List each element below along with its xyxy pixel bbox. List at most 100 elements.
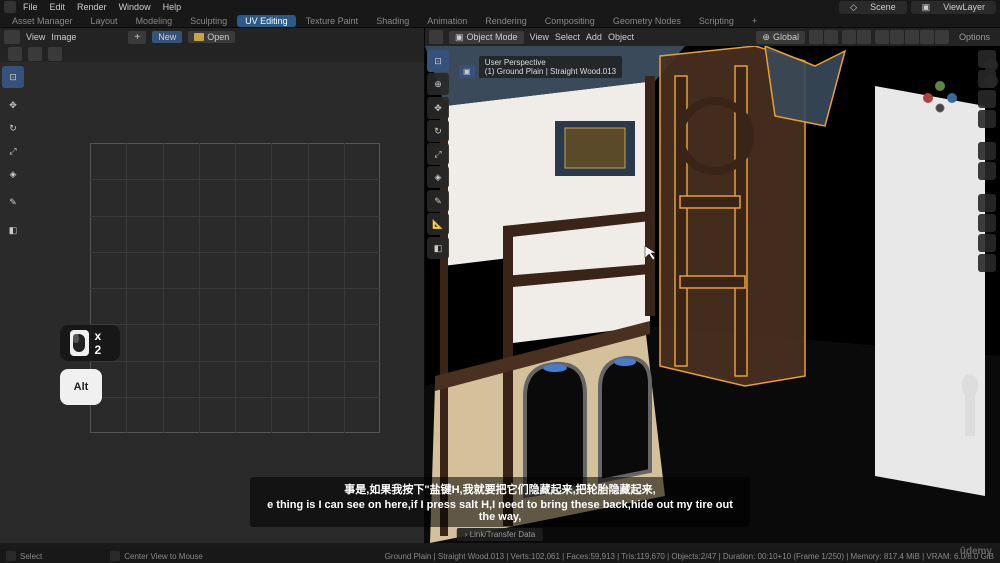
view-tab-icon[interactable]: [978, 90, 996, 108]
open-image-button[interactable]: Open: [188, 31, 235, 43]
measure-tool-icon[interactable]: 📐: [427, 213, 449, 235]
vp-menu-view[interactable]: View: [530, 32, 549, 42]
subtitle-line-1: 事是,如果我按下"盐键H,我就要把它们隐藏起来,把轮胎隐藏起来,: [262, 481, 738, 497]
folder-icon: [194, 33, 204, 41]
cursor-tool-icon[interactable]: ⊕: [427, 73, 449, 95]
tab-texture-paint[interactable]: Texture Paint: [298, 15, 367, 27]
gizmo-toggle-icon[interactable]: [842, 30, 856, 44]
orientation-selector[interactable]: ⊕ Global: [756, 31, 805, 44]
transform-tool-icon[interactable]: ◈: [427, 166, 449, 188]
operator-hint: › Link/Transfer Data: [457, 528, 543, 541]
new-image-plus-icon[interactable]: [128, 31, 146, 44]
tab-geometry-nodes[interactable]: Geometry Nodes: [605, 15, 689, 27]
rotate-tool-icon[interactable]: ↻: [2, 117, 24, 139]
workspace-tabs: Asset Manager Layout Modeling Sculpting …: [0, 14, 1000, 28]
ortho-nav-icon[interactable]: [978, 254, 996, 272]
uv-pivot-icon[interactable]: [48, 47, 62, 61]
move-tool-icon[interactable]: ✥: [2, 94, 24, 116]
mouse-left-icon: [6, 551, 16, 561]
scene-icon: ◇: [845, 2, 862, 13]
menu-file[interactable]: File: [18, 2, 43, 12]
shading-material-icon[interactable]: [920, 30, 934, 44]
tab-animation[interactable]: Animation: [419, 15, 475, 27]
viewport-info-overlay: ▣ User Perspective (1) Ground Plain | St…: [459, 56, 622, 78]
alt-key-hint: Alt: [60, 369, 102, 405]
uv-secondary-header: [0, 46, 424, 62]
subtitle-line-2: e thing is I can see on here,if I press …: [262, 499, 738, 523]
menu-help[interactable]: Help: [158, 2, 187, 12]
mouse-middle-icon: [110, 551, 120, 561]
item-tab-icon[interactable]: [978, 50, 996, 68]
menu-window[interactable]: Window: [114, 2, 156, 12]
uv-toolbar: ⊡ ✥ ↻ ⤢ ◈ ✎ ◧: [0, 64, 26, 243]
shading-solid-icon[interactable]: [905, 30, 919, 44]
scale-tool-icon[interactable]: ⤢: [427, 143, 449, 165]
tab-compositing[interactable]: Compositing: [537, 15, 603, 27]
viewport-right-tabs: [978, 50, 998, 272]
editor-type-dropdown[interactable]: [4, 30, 20, 44]
camera-nav-icon[interactable]: [978, 234, 996, 252]
tab-sculpting[interactable]: Sculpting: [182, 15, 235, 27]
select-box-tool-icon[interactable]: ⊡: [427, 50, 449, 72]
3d-viewport[interactable]: ▣ Object Mode View Select Add Object ⊕ G…: [425, 28, 1000, 543]
zoom-nav-icon[interactable]: [978, 194, 996, 212]
xray-icon[interactable]: [875, 30, 889, 44]
tool-tab-icon[interactable]: [978, 70, 996, 88]
object-mode-icon: ▣: [455, 32, 464, 43]
uv-menu-view[interactable]: View: [26, 32, 45, 42]
annotate-tool-icon[interactable]: ✎: [2, 191, 24, 213]
uv-canvas[interactable]: [90, 143, 380, 433]
tab-asset-manager[interactable]: Asset Manager: [4, 15, 81, 27]
scale-tool-icon[interactable]: ⤢: [2, 140, 24, 162]
udemy-watermark: ûdemy: [960, 546, 992, 557]
camera-view-icon[interactable]: [978, 142, 996, 160]
sample-tool-icon[interactable]: ◧: [2, 219, 24, 241]
top-menu-bar: File Edit Render Window Help ◇ Scene ▣ V…: [0, 0, 1000, 14]
menu-edit[interactable]: Edit: [45, 2, 71, 12]
orientation-gizmo[interactable]: [920, 76, 960, 116]
proportional-icon[interactable]: [824, 30, 838, 44]
overlay-toggle-icon[interactable]: [857, 30, 871, 44]
scene-stats-label: Ground Plain | Straight Wood.013 | Verts…: [385, 552, 994, 561]
tab-shading[interactable]: Shading: [368, 15, 417, 27]
uv-display-icon[interactable]: [8, 47, 22, 61]
new-image-button[interactable]: New: [152, 31, 182, 43]
blender-logo-icon[interactable]: [4, 1, 16, 13]
add-primitive-tool-icon[interactable]: ◧: [427, 237, 449, 259]
uv-editor-header: View Image New Open: [0, 28, 424, 46]
shading-rendered-icon[interactable]: [935, 30, 949, 44]
vp-menu-select[interactable]: Select: [555, 32, 580, 42]
tab-modeling[interactable]: Modeling: [128, 15, 181, 27]
pan-nav-icon[interactable]: [978, 214, 996, 232]
tab-rendering[interactable]: Rendering: [477, 15, 535, 27]
globe-icon: ⊕: [762, 32, 770, 43]
status-center-label: Center View to Mouse: [124, 552, 203, 561]
viewport-options-dropdown[interactable]: Options: [953, 31, 996, 43]
click-count-label: x 2: [95, 329, 110, 357]
tab-uv-editing[interactable]: UV Editing: [237, 15, 296, 27]
vp-menu-object[interactable]: Object: [608, 32, 634, 42]
cursor-tool-icon[interactable]: ⊡: [2, 66, 24, 88]
vp-menu-add[interactable]: Add: [586, 32, 602, 42]
tab-add[interactable]: +: [744, 15, 765, 27]
tab-scripting[interactable]: Scripting: [691, 15, 742, 27]
viewlayer-selector[interactable]: ▣ ViewLayer: [911, 1, 996, 14]
interaction-mode-selector[interactable]: ▣ Object Mode: [449, 31, 524, 44]
tab-layout[interactable]: Layout: [83, 15, 126, 27]
editor-type-dropdown[interactable]: [429, 30, 443, 44]
annotate-tool-icon[interactable]: ✎: [427, 190, 449, 212]
mouse-icon: [70, 330, 89, 356]
rotate-tool-icon[interactable]: ↻: [427, 120, 449, 142]
menu-render[interactable]: Render: [72, 2, 112, 12]
move-tool-icon[interactable]: ✥: [427, 97, 449, 119]
uv-overlay-icon[interactable]: [28, 47, 42, 61]
transform-tool-icon[interactable]: ◈: [2, 163, 24, 185]
perspective-toggle-icon[interactable]: [978, 162, 996, 180]
scene-selector[interactable]: ◇ Scene: [839, 1, 906, 14]
perspective-badge-icon: ▣: [459, 65, 475, 78]
mouse-click-hint: x 2: [60, 325, 120, 361]
uv-menu-image[interactable]: Image: [51, 32, 76, 42]
shading-wireframe-icon[interactable]: [890, 30, 904, 44]
edit-tab-icon[interactable]: [978, 110, 996, 128]
snap-icon[interactable]: [809, 30, 823, 44]
